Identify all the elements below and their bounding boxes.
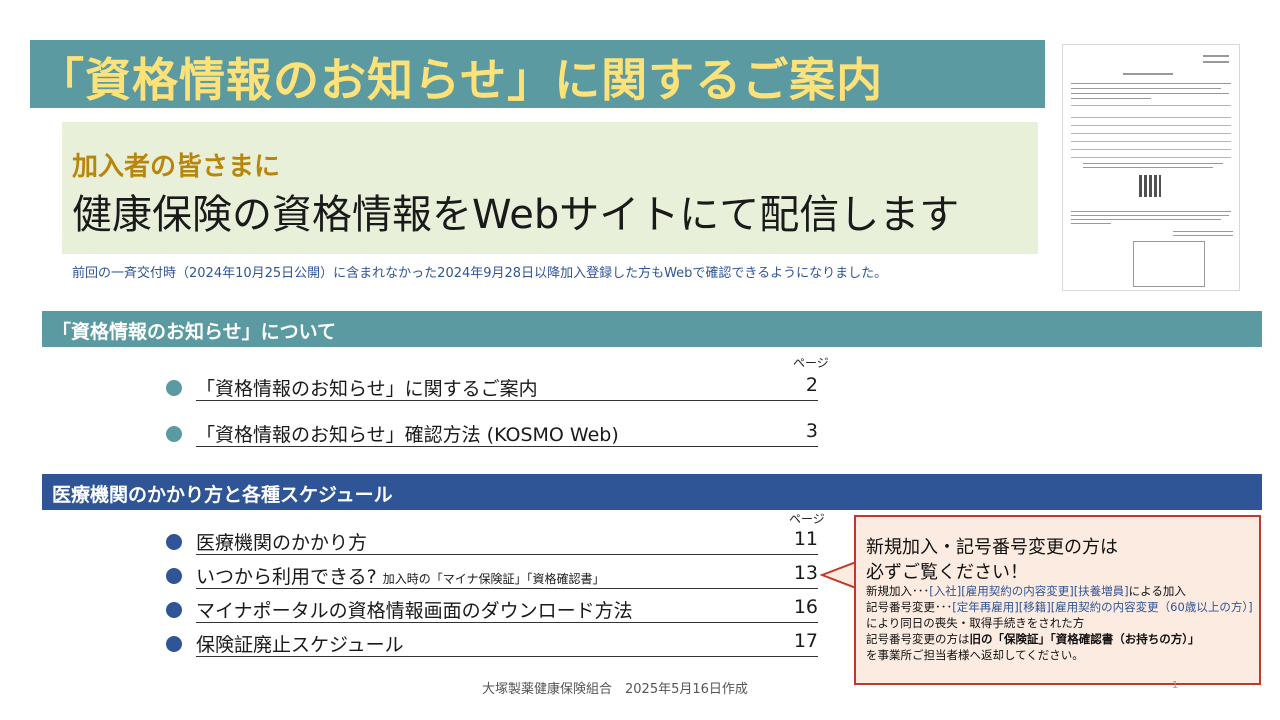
section-title: 「資格情報のお知らせ」について — [52, 321, 337, 343]
callout-line: 記号番号変更の方は旧の「保険証」「資格確認書（お持ちの方）」 — [866, 632, 1200, 646]
toc-page-number: 17 — [793, 630, 818, 652]
underline — [196, 588, 818, 589]
qr-code-icon — [1139, 175, 1161, 197]
update-note: 前回の一斉交付時（2024年10月25日公開）に含まれなかった2024年9月28… — [72, 266, 888, 281]
callout-body: 新規加入･･･[入社][雇用契約の内容変更][扶養増員]による加入 記号番号変更… — [866, 583, 1256, 663]
underline — [196, 656, 818, 657]
toc-page-number: 13 — [793, 562, 818, 584]
bullet-icon — [166, 568, 182, 584]
page-column-header: ページ — [793, 356, 829, 370]
section-title: 医療機関のかかり方と各種スケジュール — [52, 484, 393, 506]
toc-item-label[interactable]: 「資格情報のお知らせ」確認方法 (KOSMO Web) — [196, 420, 619, 447]
bullet-icon — [166, 636, 182, 652]
toc-item-label[interactable]: 保険証廃止スケジュール — [196, 630, 404, 657]
toc-item-label[interactable]: マイナポータルの資格情報画面のダウンロード方法 — [196, 596, 633, 623]
toc-page-number: 2 — [805, 374, 818, 396]
underline — [196, 446, 818, 447]
bullet-icon — [166, 426, 182, 442]
callout-line: 新規加入･･･[入社][雇用契約の内容変更][扶養増員]による加入 — [866, 584, 1186, 598]
callout-heading: 新規加入・記号番号変更の方は 必ずご覧ください！ — [866, 535, 1118, 585]
bullet-icon — [166, 602, 182, 618]
important-callout: 新規加入・記号番号変更の方は 必ずご覧ください！ 新規加入･･･[入社][雇用契… — [854, 515, 1261, 685]
banner-subtitle: 加入者の皆さまに — [72, 152, 281, 182]
slide-number: 1 — [1172, 680, 1179, 691]
toc-item-label[interactable]: 医療機関のかかり方 — [196, 528, 367, 555]
toc-page-number: 16 — [793, 596, 818, 618]
toc-item-label[interactable]: いつから利用できる? 加入時の「マイナ保険証」「資格確認書」 — [196, 562, 605, 589]
underline — [196, 554, 818, 555]
toc-item-label[interactable]: 「資格情報のお知らせ」に関するご案内 — [196, 374, 538, 401]
callout-line: 記号番号変更･･･[定年再雇用][移籍][雇用契約の内容変更（60歳以上の方）]… — [866, 600, 1253, 630]
callout-heading-line: 必ずご覧ください！ — [866, 562, 1028, 583]
notice-document-thumbnail — [1062, 44, 1240, 291]
underline — [196, 622, 818, 623]
callout-pointer-icon — [820, 560, 856, 590]
page-column-header: ページ — [789, 512, 825, 526]
banner-headline: 健康保険の資格情報をWebサイトにて配信します — [72, 192, 960, 238]
bullet-icon — [166, 380, 182, 396]
callout-heading-line: 新規加入・記号番号変更の方は — [866, 537, 1118, 558]
bullet-icon — [166, 534, 182, 550]
callout-line: を事業所ご担当者様へ返却してください。 — [866, 648, 1084, 662]
underline — [196, 400, 818, 401]
toc-page-number: 11 — [793, 528, 818, 550]
toc-page-number: 3 — [805, 420, 818, 442]
page-title: 「資格情報のお知らせ」に関するご案内 — [38, 53, 884, 107]
footer-credit: 大塚製薬健康保険組合 2025年5月16日作成 — [482, 682, 748, 697]
